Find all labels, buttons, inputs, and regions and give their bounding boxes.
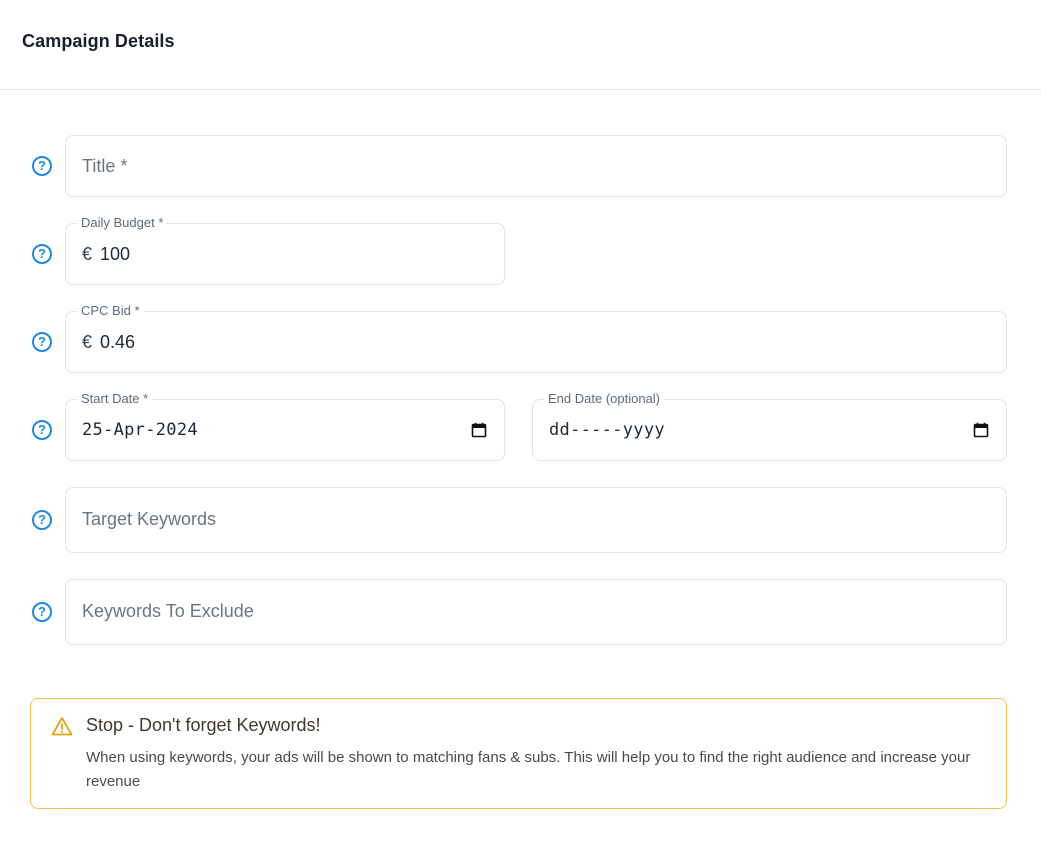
alert-body: When using keywords, your ads will be sh… [86, 749, 971, 790]
calendar-icon[interactable] [973, 422, 989, 438]
daily-budget-value-wrap: €100 [82, 244, 130, 265]
end-date-input[interactable]: End Date (optional) dd-----yyyy [532, 391, 1007, 461]
target-keywords-placeholder: Target Keywords [82, 509, 217, 529]
cpc-bid-help-icon[interactable]: ? [32, 332, 52, 352]
cpc-bid-value: 0.46 [100, 332, 136, 352]
cpc-bid-input[interactable]: CPC Bid * €0.46 [65, 303, 1007, 373]
cpc-bid-label: CPC Bid * [77, 303, 144, 319]
daily-budget-input[interactable]: Daily Budget * €100 [65, 215, 505, 285]
dates-help-icon[interactable]: ? [32, 420, 52, 440]
exclude-keywords-placeholder: Keywords To Exclude [82, 601, 254, 621]
euro-icon: € [82, 332, 93, 352]
page-title: Campaign Details [22, 31, 175, 51]
keywords-warning-alert: Stop - Don't forget Keywords! When using… [30, 698, 1007, 809]
title-placeholder: Title * [82, 156, 128, 176]
end-date-value: dd-----yyyy [549, 420, 665, 440]
daily-budget-value: 100 [100, 244, 131, 264]
start-date-input[interactable]: Start Date * 25-Apr-2024 [65, 391, 505, 461]
euro-icon: € [82, 244, 93, 264]
exclude-keywords-help-icon[interactable]: ? [32, 602, 52, 622]
end-date-label: End Date (optional) [544, 391, 665, 407]
exclude-keywords-input[interactable]: Keywords To Exclude [65, 579, 1007, 645]
warning-icon [51, 717, 73, 736]
title-input[interactable]: Title * [65, 135, 1007, 197]
target-keywords-input[interactable]: Target Keywords [65, 487, 1007, 553]
start-date-label: Start Date * [77, 391, 153, 407]
page-header: Campaign Details [0, 0, 1041, 90]
target-keywords-help-icon[interactable]: ? [32, 510, 52, 530]
title-help-icon[interactable]: ? [32, 156, 52, 176]
start-date-value: 25-Apr-2024 [82, 420, 198, 440]
cpc-bid-value-wrap: €0.46 [82, 332, 135, 353]
calendar-icon[interactable] [471, 422, 487, 438]
daily-budget-help-icon[interactable]: ? [32, 244, 52, 264]
alert-title: Stop - Don't forget Keywords! [86, 715, 321, 735]
daily-budget-label: Daily Budget * [77, 215, 168, 231]
